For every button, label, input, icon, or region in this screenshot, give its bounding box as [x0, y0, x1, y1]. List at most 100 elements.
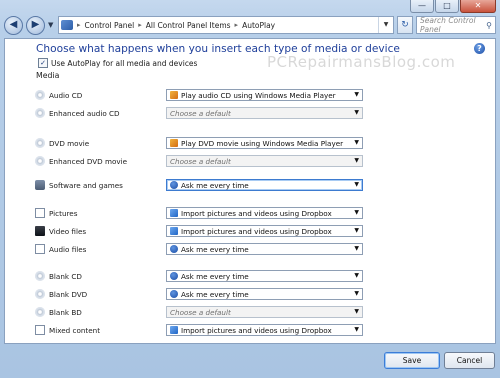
media-type-label: DVD movie: [49, 138, 90, 148]
cd-icon: [35, 271, 45, 281]
media-row: Software and games Ask me every time ▼: [35, 178, 365, 192]
select-value: Play DVD movie using Windows Media Playe…: [181, 138, 344, 148]
search-input[interactable]: Search Control Panel ⚲: [416, 16, 496, 34]
software-icon: [35, 180, 45, 190]
caption-buttons: — □ ✕: [410, 0, 496, 13]
breadcrumb-separator-icon[interactable]: ▸: [235, 21, 239, 29]
back-button[interactable]: ◀: [4, 15, 23, 35]
play-icon: [170, 139, 178, 147]
bottom-bar: Save Cancel: [0, 344, 500, 378]
media-type-label: Enhanced DVD movie: [49, 156, 128, 166]
dropdown-arrow-icon[interactable]: ▼: [354, 290, 359, 297]
minimize-button[interactable]: —: [410, 0, 434, 13]
autoplay-action-select[interactable]: Choose a default ▼: [166, 107, 363, 119]
pictures-icon: [35, 208, 45, 218]
search-icon[interactable]: ⚲: [486, 21, 492, 30]
use-autoplay-label: Use AutoPlay for all media and devices: [51, 58, 198, 68]
media-row: Audio files Ask me every time ▼: [35, 242, 365, 256]
autoplay-action-select[interactable]: Ask me every time ▼: [166, 270, 363, 282]
media-row: Blank CD Ask me every time ▼: [35, 269, 365, 283]
select-value: Ask me every time: [181, 180, 249, 190]
video-icon: [35, 226, 45, 236]
dropdown-arrow-icon[interactable]: ▼: [354, 91, 359, 98]
media-type-label: Blank DVD: [49, 289, 88, 299]
media-type-label: Mixed content: [49, 325, 101, 335]
select-value: Import pictures and videos using Dropbox: [181, 226, 332, 236]
select-value: Ask me every time: [181, 289, 249, 299]
breadcrumb-control-panel[interactable]: Control Panel: [85, 21, 135, 30]
dvd-icon: [35, 289, 45, 299]
media-row: Audio CD Play audio CD using Windows Medi…: [35, 88, 365, 102]
use-autoplay-checkbox[interactable]: ✓: [38, 58, 48, 68]
ask-icon: [170, 272, 178, 280]
address-row: ◀ ▶ ▼ ▸ Control Panel ▸ All Control Pane…: [4, 14, 496, 36]
media-row: Pictures Import pictures and videos using…: [35, 206, 365, 220]
media-type-label: Blank CD: [49, 271, 82, 281]
media-row: DVD movie Play DVD movie using Windows Me…: [35, 136, 365, 150]
autoplay-action-select[interactable]: Ask me every time ▼: [166, 179, 363, 191]
dropdown-arrow-icon[interactable]: ▼: [354, 227, 359, 234]
select-value: Ask me every time: [181, 271, 249, 281]
media-type-label: Pictures: [49, 208, 78, 218]
dropdown-arrow-icon[interactable]: ▼: [354, 139, 359, 146]
ask-icon: [170, 245, 178, 253]
media-type-label: Audio files: [49, 244, 87, 254]
autoplay-action-select[interactable]: Choose a default ▼: [166, 155, 363, 167]
media-type-label: Enhanced audio CD: [49, 108, 120, 118]
breadcrumb-autoplay[interactable]: AutoPlay: [242, 21, 275, 30]
cd-icon: [35, 108, 45, 118]
play-icon: [170, 91, 178, 99]
dropdown-arrow-icon[interactable]: ▼: [354, 181, 359, 188]
select-value: Choose a default: [170, 156, 231, 166]
dropdown-arrow-icon[interactable]: ▼: [354, 109, 359, 116]
use-autoplay-option[interactable]: ✓ Use AutoPlay for all media and devices: [38, 58, 197, 68]
dropdown-arrow-icon[interactable]: ▼: [354, 157, 359, 164]
help-icon[interactable]: ?: [474, 43, 485, 54]
select-value: Choose a default: [170, 108, 231, 118]
dropbox-icon: [170, 227, 178, 235]
dvd-icon: [35, 138, 45, 148]
refresh-icon: ↻: [401, 20, 409, 30]
autoplay-action-select[interactable]: Play audio CD using Windows Media Player…: [166, 89, 363, 101]
media-row: Blank BD Choose a default ▼: [35, 305, 365, 319]
cancel-button[interactable]: Cancel: [444, 352, 495, 369]
select-value: Import pictures and videos using Dropbox: [181, 208, 332, 218]
media-type-label: Blank BD: [49, 307, 82, 317]
recent-pages-chevron-icon[interactable]: ▼: [48, 21, 55, 29]
forward-arrow-icon: ▶: [31, 18, 40, 30]
dropdown-arrow-icon[interactable]: ▼: [354, 209, 359, 216]
media-type-label: Video files: [49, 226, 87, 236]
forward-button[interactable]: ▶: [26, 15, 45, 35]
save-button[interactable]: Save: [384, 352, 440, 369]
dropdown-arrow-icon[interactable]: ▼: [354, 245, 359, 252]
dropdown-arrow-icon[interactable]: ▼: [354, 326, 359, 333]
dropbox-icon: [170, 209, 178, 217]
maximize-button[interactable]: □: [435, 0, 459, 13]
breadcrumb-separator-icon[interactable]: ▸: [77, 21, 81, 29]
back-arrow-icon: ◀: [9, 18, 18, 30]
autoplay-action-select[interactable]: Import pictures and videos using Dropbox…: [166, 225, 363, 237]
close-button[interactable]: ✕: [460, 0, 496, 13]
control-panel-icon: [61, 20, 73, 30]
autoplay-action-select[interactable]: Ask me every time ▼: [166, 288, 363, 300]
audio-file-icon: [35, 244, 45, 254]
autoplay-action-select[interactable]: Import pictures and videos using Dropbox…: [166, 324, 363, 336]
dropdown-arrow-icon[interactable]: ▼: [354, 308, 359, 315]
media-row: Video files Import pictures and videos us…: [35, 224, 365, 238]
address-bar[interactable]: ▸ Control Panel ▸ All Control Panel Item…: [58, 16, 394, 34]
autoplay-action-select[interactable]: Play DVD movie using Windows Media Playe…: [166, 137, 363, 149]
ask-icon: [170, 181, 178, 189]
breadcrumb-separator-icon[interactable]: ▸: [138, 21, 142, 29]
media-type-label: Software and games: [49, 180, 123, 190]
media-row: Blank DVD Ask me every time ▼: [35, 287, 365, 301]
breadcrumb-all-items[interactable]: All Control Panel Items: [146, 21, 231, 30]
address-dropdown-icon[interactable]: ▼: [378, 17, 393, 33]
autoplay-action-select[interactable]: Ask me every time ▼: [166, 243, 363, 255]
content-panel: Choose what happens when you insert each…: [4, 38, 496, 344]
autoplay-action-select[interactable]: Choose a default ▼: [166, 306, 363, 318]
autoplay-action-select[interactable]: Import pictures and videos using Dropbox…: [166, 207, 363, 219]
watermark: PCRepairmansBlog.com: [267, 53, 456, 71]
dropdown-arrow-icon[interactable]: ▼: [354, 272, 359, 279]
refresh-button[interactable]: ↻: [397, 16, 413, 34]
media-row: Enhanced DVD movie Choose a default ▼: [35, 154, 365, 168]
